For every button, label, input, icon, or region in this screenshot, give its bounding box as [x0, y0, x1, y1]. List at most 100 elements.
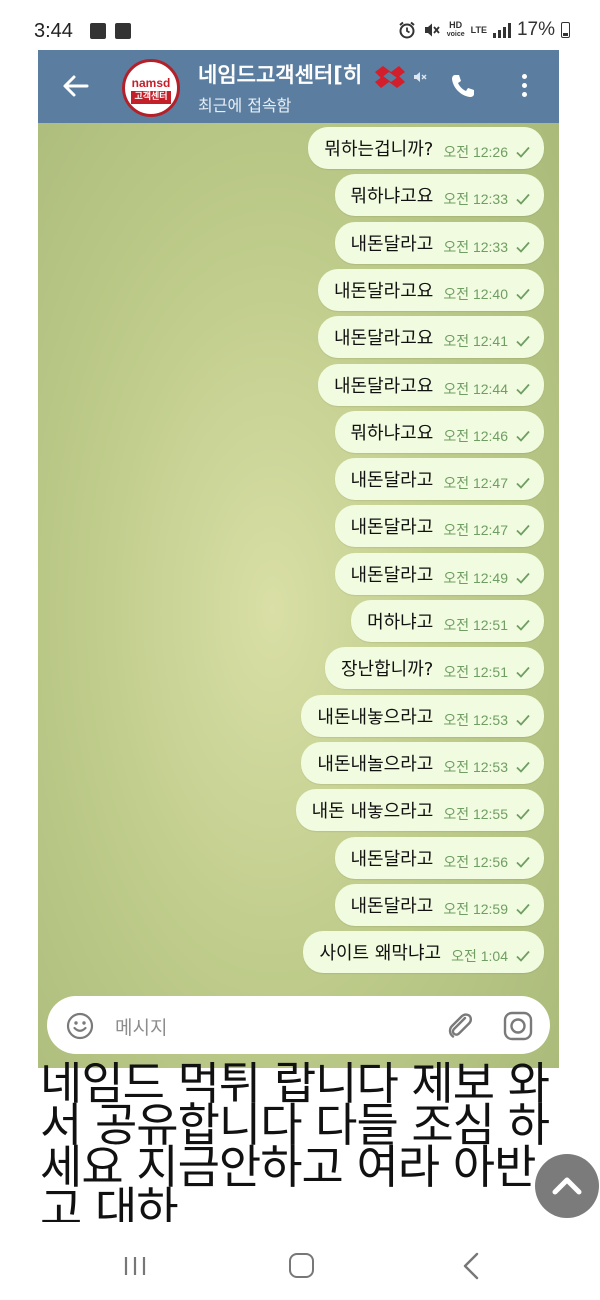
sent-check-icon	[516, 950, 530, 962]
system-nav-bar	[0, 1232, 600, 1300]
battery-percent: 17%	[516, 19, 555, 40]
camera-icon[interactable]	[502, 1010, 534, 1042]
message-time: 오전 12:40	[443, 286, 508, 302]
message-text: 뭐하냐고요	[350, 186, 434, 207]
message-text: 내돈달라고	[350, 565, 434, 586]
sent-check-icon	[516, 383, 530, 395]
muted-icon	[414, 72, 427, 82]
battery-icon	[561, 22, 570, 38]
message-bubble[interactable]: 사이트 왜막냐고 오전 1:04	[303, 931, 544, 973]
sent-check-icon	[516, 761, 530, 773]
message-text: 내돈내놀으라고	[317, 754, 434, 775]
message-text: 내돈달라고	[350, 234, 434, 255]
message-text: 내돈달라고	[350, 849, 434, 870]
chat-title[interactable]: 네임드고객센터[히	[198, 59, 368, 89]
message-bubble[interactable]: 내돈달라고요 오전 12:44	[317, 364, 544, 406]
message-input[interactable]: 메시지	[115, 1013, 167, 1040]
sent-check-icon	[516, 241, 530, 253]
more-options-icon[interactable]	[522, 74, 528, 98]
message-time: 오전 12:47	[443, 475, 508, 491]
message-bubble[interactable]: 장난합니까? 오전 12:51	[324, 647, 544, 689]
message-bubble[interactable]: 내돈 내놓으라고 오전 12:55	[295, 789, 544, 831]
message-text: 내돈 내놓으라고	[311, 801, 434, 822]
back-arrow-icon[interactable]	[62, 72, 90, 100]
status-bar: 3:44 HD voice LTE 17%	[0, 0, 600, 50]
message-list[interactable]: 뭐하는겁니까? 오전 12:26 뭐하냐고요 오전 12:33 내돈달라고 오전 12:3…	[38, 50, 559, 1068]
phone-icon[interactable]	[449, 72, 477, 100]
message-bubble[interactable]: 내돈달라고 오전 12:49	[334, 553, 544, 595]
home-icon[interactable]	[289, 1253, 314, 1278]
message-text: 머하냐고	[367, 612, 434, 633]
sent-check-icon	[516, 856, 530, 868]
sent-check-icon	[516, 477, 530, 489]
message-time: 오전 12:41	[443, 333, 508, 349]
sent-check-icon	[516, 430, 530, 442]
sent-check-icon	[516, 146, 530, 158]
hd-voice-indicator: HD voice	[446, 20, 465, 39]
message-bubble[interactable]: 내돈달라고요 오전 12:40	[317, 269, 544, 311]
message-text: 내돈달라고	[350, 517, 434, 538]
alarm-icon	[399, 21, 415, 39]
message-time: 오전 12:33	[443, 191, 508, 207]
overlay-caption: 네임드 먹튀 랍니다 제보 와서 공유합니다 다들 조심 하세요 지금안하고 여…	[40, 1062, 550, 1222]
message-time: 오전 12:53	[443, 759, 508, 775]
status-time: 3:44	[34, 20, 73, 42]
message-bubble[interactable]: 머하냐고 오전 12:51	[351, 600, 544, 642]
message-bubble[interactable]: 뭐하냐고요 오전 12:46	[334, 411, 544, 453]
message-time: 오전 12:51	[443, 664, 508, 680]
sent-check-icon	[516, 714, 530, 726]
status-right: HD voice LTE 17%	[397, 19, 570, 41]
message-bubble[interactable]: 내돈달라고 오전 12:59	[334, 884, 544, 926]
mute-icon	[424, 23, 440, 37]
message-text: 뭐하는겁니까?	[324, 139, 434, 160]
chat-screen: 뭐하는겁니까? 오전 12:26 뭐하냐고요 오전 12:33 내돈달라고 오전 12:3…	[38, 50, 559, 1068]
attach-icon[interactable]	[445, 1010, 475, 1042]
message-time: 오전 12:46	[443, 428, 508, 444]
avatar-logo-text: namsd	[131, 76, 171, 90]
avatar[interactable]: namsd 고객센터	[122, 59, 180, 117]
message-time: 오전 12:59	[443, 901, 508, 917]
message-bubble[interactable]: 내돈달라고요 오전 12:41	[317, 316, 544, 358]
message-text: 내돈달라고	[350, 896, 434, 917]
sent-check-icon	[516, 524, 530, 536]
message-text: 뭐하냐고요	[350, 423, 434, 444]
message-time: 오전 12:26	[443, 144, 508, 160]
message-text: 내돈내놓으라고	[317, 707, 434, 728]
message-bubble[interactable]: 내돈달라고 오전 12:47	[334, 505, 544, 547]
message-text: 내돈달라고	[350, 470, 434, 491]
message-bubble[interactable]: 내돈달라고 오전 12:33	[334, 222, 544, 264]
check-notification-icon	[115, 23, 131, 39]
message-bubble[interactable]: 내돈내놓으라고 오전 12:53	[301, 695, 544, 737]
message-text: 내돈달라고요	[333, 376, 434, 397]
message-time: 오전 12:55	[443, 806, 508, 822]
message-bubble[interactable]: 내돈내놀으라고 오전 12:53	[301, 742, 544, 784]
back-nav-icon[interactable]	[460, 1252, 482, 1280]
sent-check-icon	[516, 903, 530, 915]
message-bubble[interactable]: 내돈달라고 오전 12:56	[334, 837, 544, 879]
message-time: 오전 12:53	[443, 712, 508, 728]
sent-check-icon	[516, 666, 530, 678]
message-input-bar[interactable]: 메시지	[47, 996, 550, 1054]
message-time: 오전 12:33	[443, 239, 508, 255]
chat-header: namsd 고객센터 네임드고객센터[히 최근에 접속함	[38, 50, 559, 123]
chevron-up-icon	[552, 1177, 582, 1195]
sent-check-icon	[516, 193, 530, 205]
sent-check-icon	[516, 619, 530, 631]
sent-check-icon	[516, 288, 530, 300]
message-text: 내돈달라고요	[333, 281, 434, 302]
scroll-to-top-button[interactable]	[535, 1154, 599, 1218]
lte-indicator: LTE	[470, 24, 487, 35]
emoji-icon[interactable]	[66, 1012, 94, 1040]
recents-icon[interactable]	[123, 1255, 147, 1277]
message-time: 오전 1:04	[451, 948, 508, 964]
message-bubble[interactable]: 뭐하는겁니까? 오전 12:26	[308, 127, 544, 169]
sent-check-icon	[516, 808, 530, 820]
avatar-label: 고객센터	[131, 91, 171, 104]
message-text: 장난합니까?	[340, 659, 434, 680]
message-time: 오전 12:49	[443, 570, 508, 586]
message-bubble[interactable]: 내돈달라고 오전 12:47	[334, 458, 544, 500]
message-bubble[interactable]: 뭐하냐고요 오전 12:33	[334, 174, 544, 216]
gallery-icon	[90, 23, 106, 39]
message-time: 오전 12:56	[443, 854, 508, 870]
message-time: 오전 12:44	[443, 381, 508, 397]
